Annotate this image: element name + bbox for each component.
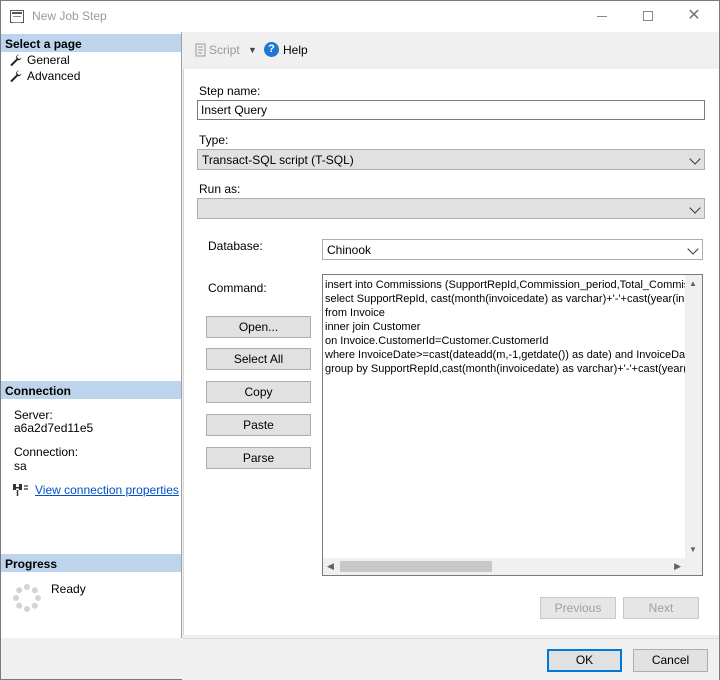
- scroll-down-icon[interactable]: ▼: [689, 545, 697, 554]
- select-page-header: Select a page: [1, 34, 181, 52]
- command-line: select SupportRepId, cast(month(invoiced…: [325, 293, 685, 305]
- close-button[interactable]: ✕: [671, 1, 717, 32]
- scroll-up-icon[interactable]: ▲: [689, 279, 697, 288]
- content-panel: Step name: Insert Query Type: Transact-S…: [183, 69, 719, 635]
- title-bar: New Job Step ✕: [1, 1, 719, 32]
- cancel-button[interactable]: Cancel: [633, 649, 708, 672]
- next-button[interactable]: Next: [623, 597, 699, 619]
- parse-button[interactable]: Parse: [206, 447, 311, 469]
- progress-spinner-icon: [13, 584, 41, 612]
- server-value: a6a2d7ed11e5: [14, 421, 94, 435]
- progress-status: Ready: [51, 582, 86, 596]
- database-label: Database:: [208, 239, 263, 253]
- help-button[interactable]: Help: [283, 43, 308, 57]
- scrollbar-corner: [685, 558, 702, 575]
- horizontal-scroll-thumb[interactable]: [340, 561, 492, 572]
- type-select[interactable]: Transact-SQL script (T-SQL): [197, 149, 705, 170]
- database-select-value: Chinook: [327, 243, 372, 257]
- minimize-icon: [597, 15, 607, 17]
- toolbar: Script ▼ ? Help: [182, 32, 719, 68]
- scroll-left-icon[interactable]: ◀: [327, 561, 334, 572]
- type-label: Type:: [199, 133, 229, 147]
- page-general-label: General: [27, 53, 70, 67]
- wrench-icon: [10, 54, 22, 66]
- command-line: where InvoiceDate>=cast(dateadd(m,-1,get…: [325, 349, 685, 361]
- general-page-content: Step name: Insert Query Type: Transact-S…: [183, 69, 719, 638]
- step-name-label: Step name:: [199, 84, 261, 98]
- maximize-button[interactable]: [625, 1, 671, 32]
- progress-header: Progress: [1, 554, 181, 572]
- script-dropdown-icon[interactable]: ▼: [248, 45, 257, 55]
- command-line: group by SupportRepId,cast(month(invoice…: [325, 363, 685, 375]
- copy-button[interactable]: Copy: [206, 381, 311, 403]
- connection-value: sa: [14, 459, 27, 473]
- window-title: New Job Step: [32, 9, 107, 23]
- command-line: from Invoice: [325, 307, 385, 319]
- run-as-select[interactable]: [197, 198, 705, 219]
- chevron-down-icon: [689, 153, 701, 165]
- paste-button[interactable]: Paste: [206, 414, 311, 436]
- command-line: on Invoice.CustomerId=Customer.CustomerI…: [325, 335, 549, 347]
- connection-label: Connection:: [14, 445, 79, 459]
- minimize-button[interactable]: [579, 1, 625, 32]
- new-job-step-dialog: New Job Step ✕ Select a page General Adv…: [0, 0, 720, 680]
- command-label: Command:: [208, 281, 267, 295]
- script-icon: [195, 43, 206, 57]
- select-all-button[interactable]: Select All: [206, 348, 311, 370]
- command-line: insert into Commissions (SupportRepId,Co…: [325, 279, 685, 291]
- connection-properties-icon: [13, 484, 28, 496]
- run-as-label: Run as:: [199, 182, 241, 196]
- maximize-icon: [643, 11, 653, 22]
- scroll-right-icon[interactable]: ▶: [674, 561, 681, 572]
- chevron-down-icon: [687, 243, 699, 255]
- chevron-down-icon: [689, 202, 701, 214]
- window-app-icon: [10, 10, 24, 23]
- command-textarea[interactable]: insert into Commissions (SupportRepId,Co…: [322, 274, 703, 576]
- open-button[interactable]: Open...: [206, 316, 311, 338]
- close-icon: ✕: [687, 7, 701, 24]
- horizontal-scrollbar[interactable]: ◀ ▶: [323, 558, 685, 575]
- dialog-footer: OK Cancel: [182, 638, 719, 680]
- database-select[interactable]: Chinook: [322, 239, 703, 260]
- vertical-scrollbar[interactable]: ▲ ▼: [685, 275, 702, 558]
- server-label: Server:: [14, 408, 53, 422]
- type-select-value: Transact-SQL script (T-SQL): [202, 153, 354, 167]
- view-connection-properties-link[interactable]: View connection properties: [35, 483, 179, 497]
- help-icon[interactable]: ?: [264, 42, 279, 57]
- ok-button[interactable]: OK: [547, 649, 622, 672]
- connection-header: Connection: [1, 381, 181, 399]
- command-line: inner join Customer: [325, 321, 421, 333]
- script-button[interactable]: Script: [209, 43, 240, 57]
- left-pane: Select a page General Advanced Connectio…: [1, 32, 182, 638]
- page-advanced-label: Advanced: [27, 69, 81, 83]
- previous-button[interactable]: Previous: [540, 597, 616, 619]
- wrench-icon: [10, 70, 22, 82]
- step-name-input[interactable]: Insert Query: [197, 100, 705, 120]
- command-text: insert into Commissions (SupportRepId,Co…: [325, 278, 685, 548]
